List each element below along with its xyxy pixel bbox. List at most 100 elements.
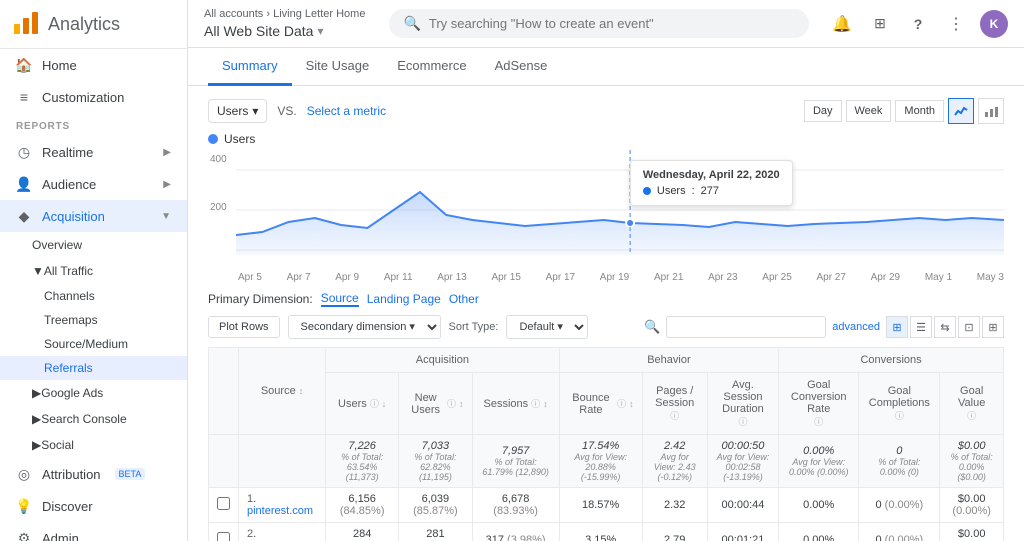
y-label-400: 400	[210, 154, 227, 165]
chart-line-view-icon[interactable]	[948, 98, 974, 124]
total-avg-session: 00:00:50 Avg for View: 00:02:58 (-13.19%…	[707, 435, 778, 488]
row1-source-link[interactable]: pinterest.com	[247, 505, 313, 517]
th-new-users[interactable]: New Users ⓘ ↕	[399, 373, 472, 435]
breadcrumb-account-name[interactable]: Living Letter Home	[273, 8, 365, 20]
table-pivot-icon[interactable]: ⊡	[958, 316, 980, 338]
row2-goal-comp-val: 0	[875, 534, 881, 541]
row1-checkbox-input[interactable]	[217, 497, 230, 510]
select-metric-link[interactable]: Select a metric	[307, 104, 386, 118]
row2-new-users-val: 281	[426, 528, 444, 540]
total-goal-comp-value: 0	[867, 445, 931, 457]
row1-source: 1. pinterest.com	[239, 488, 326, 523]
total-new-users-value: 7,033	[407, 440, 463, 452]
data-table: Source ↕ Acquisition Behavior Conversion…	[208, 347, 1004, 541]
apps-button[interactable]: ⊞	[866, 10, 894, 38]
sidebar-item-realtime[interactable]: ◷ Realtime ▶	[0, 136, 187, 168]
chart-view-buttons: Day Week Month	[804, 98, 1004, 124]
social-arrow: ▶	[32, 438, 41, 452]
tab-adsense[interactable]: AdSense	[481, 48, 562, 86]
attribution-beta-badge: BETA	[115, 468, 146, 480]
row1-goal-value-pct: (0.00%)	[952, 505, 991, 517]
th-completions-label: Completions	[869, 397, 930, 409]
goal-conv-info: ⓘ	[814, 415, 823, 428]
period-week-button[interactable]: Week	[846, 100, 892, 122]
chart-bar-view-icon[interactable]	[978, 98, 1004, 124]
sidebar-item-acquisition[interactable]: ◆ Acquisition ▼	[0, 200, 187, 232]
sidebar-item-source-medium[interactable]: Source/Medium	[0, 332, 187, 356]
dim-source[interactable]: Source	[321, 291, 359, 307]
th-bounce-rate[interactable]: Bounce Rate ⓘ ↕	[559, 373, 642, 435]
secondary-dimension-select[interactable]: Secondary dimension ▾	[288, 315, 441, 339]
sidebar-item-customization[interactable]: ≡ Customization	[0, 81, 187, 113]
row2-goal-value-val: $0.00	[958, 528, 986, 540]
th-goal-comp[interactable]: Goal Completions ⓘ	[859, 373, 940, 435]
th-pages-session[interactable]: Pages / Session ⓘ	[642, 373, 707, 435]
table-grid-icon[interactable]: ⊞	[886, 316, 908, 338]
table-list-icon[interactable]: ☰	[910, 316, 932, 338]
x-label-13: May 1	[925, 272, 952, 283]
total-goal-conv: 0.00% Avg for View: 0.00% (0.00%)	[779, 435, 859, 488]
google-ads-arrow: ▶	[32, 386, 41, 400]
breadcrumb-all-accounts[interactable]: All accounts	[204, 8, 263, 20]
sidebar-item-all-traffic[interactable]: ▼ All Traffic	[0, 258, 187, 284]
th-goal-value[interactable]: Goal Value ⓘ	[940, 373, 1004, 435]
topbar-search-bar[interactable]: 🔍	[389, 9, 809, 38]
filter-input[interactable]	[666, 316, 826, 338]
table-compare-icon[interactable]: ⇆	[934, 316, 956, 338]
tab-summary[interactable]: Summary	[208, 48, 292, 86]
help-button[interactable]: ?	[904, 10, 932, 38]
period-month-button[interactable]: Month	[895, 100, 944, 122]
total-new-users-pct: % of Total: 62.82% (11,195)	[407, 452, 463, 482]
sidebar-item-google-ads[interactable]: ▶ Google Ads	[0, 380, 187, 406]
metric-dropdown[interactable]: Users ▾	[208, 99, 267, 123]
th-users[interactable]: Users ⓘ ↓	[326, 373, 399, 435]
sidebar-item-attribution[interactable]: ◎ Attribution BETA	[0, 458, 187, 490]
sidebar-treemaps-label: Treemaps	[44, 313, 98, 327]
total-goal-conv-sub: Avg for View: 0.00% (0.00%)	[787, 457, 850, 477]
tab-ecommerce[interactable]: Ecommerce	[383, 48, 480, 86]
plot-rows-button[interactable]: Plot Rows	[208, 316, 280, 338]
th-behavior-group: Behavior	[559, 348, 778, 373]
th-goal-conv[interactable]: Goal Conversion Rate ⓘ	[779, 373, 859, 435]
period-day-button[interactable]: Day	[804, 100, 842, 122]
notification-button[interactable]: 🔔	[828, 10, 856, 38]
topbar-account-title[interactable]: All Web Site Data ▾	[204, 23, 365, 39]
th-avg-session[interactable]: Avg. Session Duration ⓘ	[707, 373, 778, 435]
more-button[interactable]: ⋮	[942, 10, 970, 38]
sidebar-item-channels[interactable]: Channels	[0, 284, 187, 308]
avatar[interactable]: K	[980, 10, 1008, 38]
row2-source: 2. hometalk.com	[239, 523, 326, 541]
row1-checkbox[interactable]	[209, 488, 239, 523]
th-sessions[interactable]: Sessions ⓘ ↕	[472, 373, 559, 435]
sidebar-item-audience[interactable]: 👤 Audience ▶	[0, 168, 187, 200]
th-session-label: Session	[655, 397, 694, 409]
th-source[interactable]: Source ↕	[239, 348, 326, 435]
row2-checkbox[interactable]	[209, 523, 239, 541]
dim-landing-page[interactable]: Landing Page	[367, 292, 441, 306]
table-custom-icon[interactable]: ⊞	[982, 316, 1004, 338]
total-new-users: 7,033 % of Total: 62.82% (11,195)	[399, 435, 472, 488]
sidebar-item-referrals[interactable]: Referrals ◀	[0, 356, 187, 380]
row2-avg-session: 00:01:21	[707, 523, 778, 541]
sort-type-select[interactable]: Default ▾	[506, 315, 588, 339]
advanced-link[interactable]: advanced	[832, 321, 880, 333]
tab-site-usage[interactable]: Site Usage	[292, 48, 384, 86]
th-acquisition-group: Acquisition	[326, 348, 560, 373]
row1-goal-value: $0.00 (0.00%)	[940, 488, 1004, 523]
primary-dimension-row: Primary Dimension: Source Landing Page O…	[208, 291, 1004, 307]
dim-other[interactable]: Other	[449, 292, 479, 306]
sidebar-item-search-console[interactable]: ▶ Search Console	[0, 406, 187, 432]
sidebar-item-overview[interactable]: Overview	[0, 232, 187, 258]
total-avg-session-sub: Avg for View: 00:02:58 (-13.19%)	[716, 452, 770, 482]
sort-type-label: Sort Type:	[449, 321, 499, 333]
search-input[interactable]	[429, 16, 796, 31]
row2-checkbox-input[interactable]	[217, 532, 230, 541]
x-label-7: Apr 19	[600, 272, 629, 283]
sidebar-item-discover[interactable]: 💡 Discover	[0, 490, 187, 522]
sidebar-item-home[interactable]: 🏠 Home	[0, 49, 187, 81]
acquisition-expand-icon: ▼	[161, 211, 171, 222]
total-goal-value: $0.00 % of Total: 0.00% ($0.00)	[940, 435, 1004, 488]
sidebar-item-social[interactable]: ▶ Social	[0, 432, 187, 458]
sidebar-item-treemaps[interactable]: Treemaps	[0, 308, 187, 332]
sidebar-item-admin[interactable]: ⚙ Admin	[0, 522, 187, 541]
